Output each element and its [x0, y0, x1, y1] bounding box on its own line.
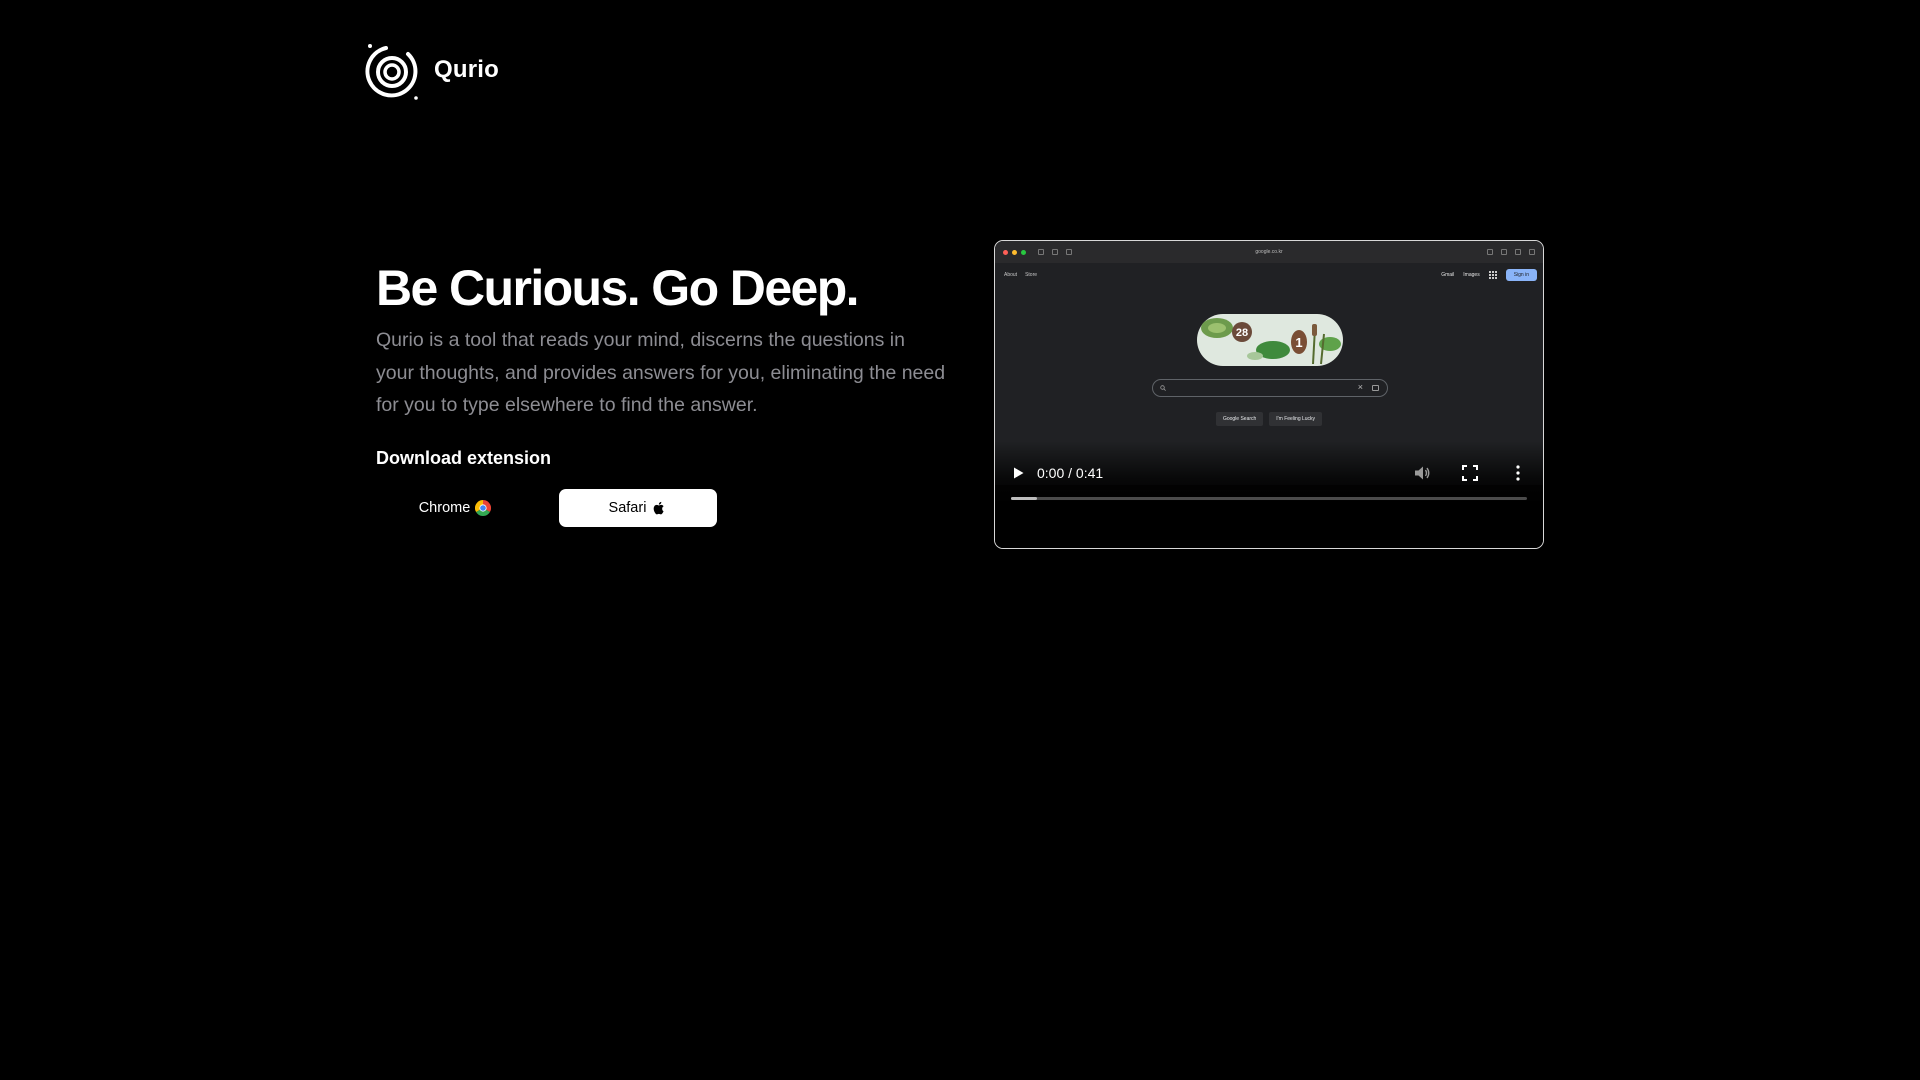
- google-top-left-links: About Store: [1004, 272, 1037, 278]
- download-extension-heading: Download extension: [376, 447, 552, 468]
- screenshot-browser-toolbar: google.co.kr: [995, 241, 1543, 263]
- hero-section: Be Curious. Go Deep. Qurio is a tool tha…: [376, 258, 956, 527]
- chrome-icon: [475, 499, 492, 516]
- google-buttons: Google Search I'm Feeling Lucky: [995, 412, 1543, 426]
- more-vert-icon[interactable]: [1509, 464, 1527, 482]
- lens-icon: [1372, 385, 1379, 391]
- screenshot-url: google.co.kr: [1255, 249, 1283, 255]
- google-doodle-image: 28 1: [1197, 314, 1343, 366]
- video-progress-bar[interactable]: [1011, 497, 1527, 500]
- demo-video-player[interactable]: google.co.kr About Store Gmail Images Si…: [994, 240, 1544, 549]
- google-apps-icon: [1488, 271, 1497, 279]
- safari-button-label: Safari: [608, 499, 647, 516]
- toolbar-right-icons: [1487, 249, 1535, 255]
- window-traffic-lights: [1003, 249, 1026, 255]
- google-top-right-links: Gmail Images Sign in: [1441, 269, 1537, 281]
- chrome-download-button[interactable]: Chrome: [376, 489, 534, 527]
- google-search-box: ×: [1152, 379, 1388, 397]
- video-controls: 0:00 / 0:41: [995, 441, 1543, 548]
- hero-description: Qurio is a tool that reads your mind, di…: [376, 329, 946, 416]
- google-sign-in: Sign in: [1505, 269, 1537, 281]
- video-time: 0:00 / 0:41: [1037, 465, 1104, 481]
- search-icon: [1160, 385, 1166, 391]
- volume-icon[interactable]: [1413, 464, 1431, 482]
- video-controls-right: [1413, 464, 1527, 482]
- qurio-logo-icon: [365, 44, 418, 100]
- feeling-lucky-button: I'm Feeling Lucky: [1269, 412, 1323, 426]
- apple-icon: [654, 501, 665, 514]
- doodle-number-28: 28: [1236, 327, 1248, 339]
- download-buttons: Chrome Safari: [376, 488, 956, 527]
- google-search-button: Google Search: [1215, 412, 1264, 426]
- google-link-gmail: Gmail: [1441, 272, 1455, 278]
- fullscreen-icon[interactable]: [1461, 464, 1479, 482]
- toolbar-nav-icons: [1038, 249, 1072, 255]
- safari-download-button[interactable]: Safari: [559, 488, 717, 527]
- google-link-store: Store: [1025, 272, 1038, 278]
- clear-search-icon: ×: [1357, 382, 1363, 392]
- play-icon[interactable]: [1011, 466, 1025, 480]
- google-link-about: About: [1004, 272, 1018, 278]
- brand-name: Qurio: [434, 56, 499, 83]
- brand[interactable]: Qurio: [364, 40, 499, 100]
- doodle-number-1: 1: [1295, 335, 1302, 350]
- chrome-button-label: Chrome: [418, 499, 471, 516]
- video-progress-fill: [1011, 497, 1037, 500]
- google-link-images: Images: [1463, 272, 1480, 278]
- hero-title: Be Curious. Go Deep.: [376, 260, 860, 316]
- video-controls-row: 0:00 / 0:41: [1011, 463, 1527, 483]
